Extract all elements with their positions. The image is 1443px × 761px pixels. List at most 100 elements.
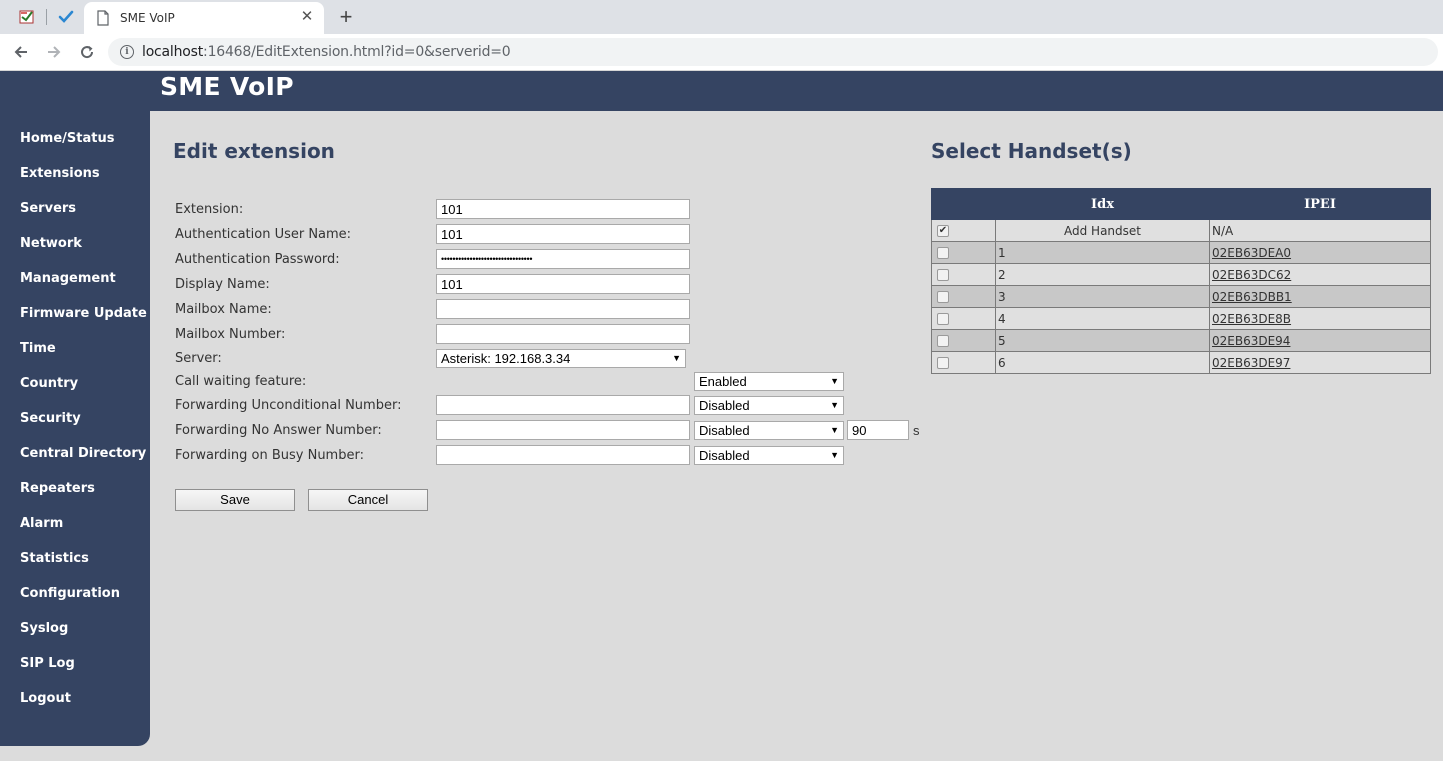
close-tab-icon[interactable]: ✕ — [298, 8, 316, 26]
display-name-label: Display Name: — [175, 277, 270, 292]
sidebar-item-extensions[interactable]: Extensions — [20, 166, 100, 181]
url-host: localhost — [142, 44, 204, 60]
reload-icon — [81, 46, 94, 59]
sidebar-item-country[interactable]: Country — [20, 376, 78, 391]
timeout-unit: s — [913, 423, 920, 438]
handset-table-header: Idx IPEI — [931, 188, 1431, 220]
add-handset-checkbox[interactable]: ✔ — [937, 225, 949, 237]
sidebar-item-firmware-update[interactable]: Firmware Update — [20, 306, 147, 321]
sidebar-item-sip-log[interactable]: SIP Log — [20, 656, 75, 671]
document-icon — [97, 10, 109, 26]
add-handset-label: Add Handset — [995, 219, 1210, 242]
handset-checkbox-cell — [931, 285, 996, 308]
mailbox-name-label: Mailbox Name: — [175, 302, 272, 317]
handset-ipei-cell: 02EB63DE8B — [1209, 307, 1431, 330]
pinned-app-icon — [19, 10, 34, 24]
sidebar-item-syslog[interactable]: Syslog — [20, 621, 68, 636]
dropdown-arrow-icon: ▼ — [672, 353, 681, 363]
handset-ipei-link[interactable]: 02EB63DEA0 — [1212, 246, 1291, 260]
handset-checkbox[interactable] — [937, 357, 949, 369]
call-waiting-selected-value: Enabled — [699, 374, 747, 389]
handset-checkbox[interactable] — [937, 313, 949, 325]
checkmark-icon — [58, 10, 74, 23]
handset-ipei-link[interactable]: 02EB63DE8B — [1212, 312, 1291, 326]
new-tab-button[interactable]: + — [334, 4, 358, 30]
handset-checkbox[interactable] — [937, 291, 949, 303]
fwd-no-answer-mode: Disabled — [699, 423, 750, 438]
no-answer-timeout-input[interactable] — [847, 420, 909, 440]
address-bar[interactable]: i localhost:16468/EditExtension.html?id=… — [108, 38, 1438, 66]
back-arrow-icon — [14, 46, 27, 58]
url-text: localhost:16468/EditExtension.html?id=0&… — [142, 44, 511, 60]
browser-tabstrip: SME VoIP ✕ + — [0, 0, 1443, 34]
extension-input[interactable] — [436, 199, 690, 219]
sidebar-item-central-directory[interactable]: Central Directory — [20, 446, 146, 461]
sidebar-item-alarm[interactable]: Alarm — [20, 516, 63, 531]
sidebar-item-servers[interactable]: Servers — [20, 201, 76, 216]
handset-ipei-cell: 02EB63DC62 — [1209, 263, 1431, 286]
handset-ipei-link[interactable]: 02EB63DC62 — [1212, 268, 1291, 282]
header-idx: Idx — [995, 188, 1210, 220]
table-row: 6 02EB63DE97 — [931, 351, 1431, 374]
auth-password-input[interactable] — [436, 249, 690, 269]
dropdown-arrow-icon: ▼ — [830, 376, 839, 386]
auth-user-label: Authentication User Name: — [175, 227, 352, 242]
app-header: SME VoIP — [0, 71, 1443, 111]
auth-password-label: Authentication Password: — [175, 252, 340, 267]
mailbox-name-input[interactable] — [436, 299, 690, 319]
handset-checkbox[interactable] — [937, 247, 949, 259]
sidebar-item-home-status[interactable]: Home/Status — [20, 131, 114, 146]
server-label: Server: — [175, 351, 222, 366]
pinned-tab-app[interactable] — [9, 0, 45, 34]
sidebar-item-network[interactable]: Network — [20, 236, 82, 251]
info-icon[interactable]: i — [120, 45, 134, 59]
sidebar-item-management[interactable]: Management — [20, 271, 116, 286]
back-button[interactable] — [8, 39, 34, 65]
url-path: :16468/EditExtension.html?id=0&serverid=… — [203, 44, 511, 60]
sidebar-item-logout[interactable]: Logout — [20, 691, 71, 706]
reload-button[interactable] — [74, 39, 100, 65]
app-title: SME VoIP — [160, 72, 294, 101]
handset-ipei-link[interactable]: 02EB63DE94 — [1212, 334, 1290, 348]
fwd-unconditional-mode: Disabled — [699, 398, 750, 413]
fwd-busy-select[interactable]: Disabled ▼ — [694, 446, 844, 465]
handset-checkbox[interactable] — [937, 335, 949, 347]
fwd-busy-input[interactable] — [436, 445, 690, 465]
cancel-button[interactable]: Cancel — [308, 489, 428, 511]
add-handset-checkbox-cell: ✔ — [931, 219, 996, 242]
sidebar-item-configuration[interactable]: Configuration — [20, 586, 120, 601]
fwd-no-answer-input[interactable] — [436, 420, 690, 440]
handset-checkbox-cell — [931, 329, 996, 352]
pinned-tab-tasks[interactable] — [48, 0, 84, 34]
save-button[interactable]: Save — [175, 489, 295, 511]
fwd-unconditional-input[interactable] — [436, 395, 690, 415]
handset-ipei-link[interactable]: 02EB63DBB1 — [1212, 290, 1292, 304]
handset-ipei-cell: 02EB63DEA0 — [1209, 241, 1431, 264]
sidebar-item-security[interactable]: Security — [20, 411, 81, 426]
table-row: 5 02EB63DE94 — [931, 329, 1431, 352]
sidebar-item-repeaters[interactable]: Repeaters — [20, 481, 95, 496]
call-waiting-select[interactable]: Enabled ▼ — [694, 372, 844, 391]
browser-tab-active[interactable]: SME VoIP ✕ — [84, 2, 324, 34]
add-handset-ipei: N/A — [1209, 219, 1431, 242]
server-select[interactable]: Asterisk: 192.168.3.34 ▼ — [436, 349, 686, 368]
browser-toolbar: i localhost:16468/EditExtension.html?id=… — [0, 34, 1443, 71]
table-row: 1 02EB63DEA0 — [931, 241, 1431, 264]
auth-user-input[interactable] — [436, 224, 690, 244]
dropdown-arrow-icon: ▼ — [830, 400, 839, 410]
forward-button[interactable] — [41, 39, 67, 65]
sidebar-item-time[interactable]: Time — [20, 341, 56, 356]
handset-idx: 2 — [995, 263, 1210, 286]
mailbox-number-input[interactable] — [436, 324, 690, 344]
fwd-no-answer-select[interactable]: Disabled ▼ — [694, 421, 844, 440]
fwd-unconditional-label: Forwarding Unconditional Number: — [175, 398, 402, 413]
handset-ipei-cell: 02EB63DE97 — [1209, 351, 1431, 374]
table-row: 3 02EB63DBB1 — [931, 285, 1431, 308]
sidebar-item-statistics[interactable]: Statistics — [20, 551, 89, 566]
fwd-unconditional-select[interactable]: Disabled ▼ — [694, 396, 844, 415]
handset-checkbox[interactable] — [937, 269, 949, 281]
handset-ipei-link[interactable]: 02EB63DE97 — [1212, 356, 1290, 370]
handset-idx: 1 — [995, 241, 1210, 264]
mailbox-number-label: Mailbox Number: — [175, 327, 286, 342]
display-name-input[interactable] — [436, 274, 690, 294]
